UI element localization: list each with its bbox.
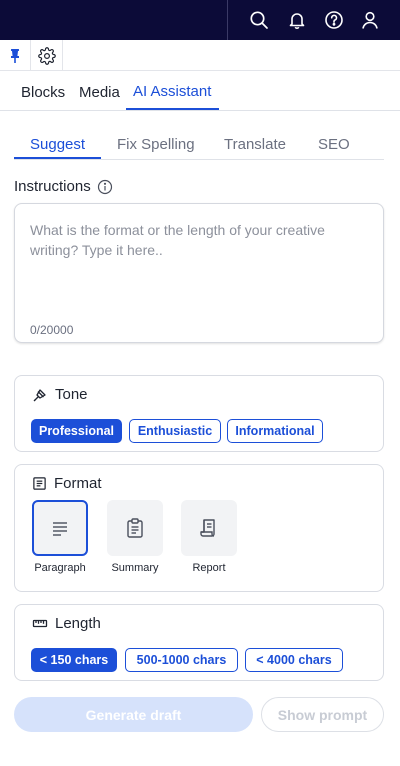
format-report-button[interactable]: [181, 500, 237, 556]
tab-seo[interactable]: SEO: [318, 136, 350, 153]
tab-translate[interactable]: Translate: [224, 136, 286, 153]
format-report-label: Report: [192, 562, 226, 574]
top-bar-divider: [227, 0, 228, 40]
length-150-button[interactable]: < 150 chars: [31, 648, 117, 672]
format-title: Format: [54, 475, 102, 492]
show-prompt-button[interactable]: Show prompt: [261, 697, 384, 732]
character-counter: 0/20000: [30, 323, 74, 337]
format-summary-button[interactable]: [107, 500, 163, 556]
format-icon: [33, 477, 46, 490]
paragraph-icon: [53, 522, 67, 536]
length-header: Length: [32, 615, 101, 632]
instructions-label-row: Instructions: [14, 178, 113, 195]
info-icon[interactable]: [97, 179, 113, 195]
format-card: Format Paragraph Summary Report: [14, 464, 384, 592]
ruler-icon: [32, 619, 48, 627]
instructions-box: 0/20000: [14, 203, 384, 343]
instructions-input[interactable]: [30, 220, 370, 310]
pin-icon[interactable]: [0, 40, 31, 71]
tone-icon: [33, 388, 46, 401]
length-title: Length: [55, 615, 101, 632]
tab-media[interactable]: Media: [79, 84, 120, 101]
tool-row: [0, 40, 400, 71]
search-icon[interactable]: [248, 9, 270, 31]
tone-informational-button[interactable]: Informational: [227, 419, 323, 443]
format-paragraph-button[interactable]: [32, 500, 88, 556]
user-icon[interactable]: [359, 9, 381, 31]
help-icon[interactable]: [323, 9, 345, 31]
instructions-label: Instructions: [14, 178, 91, 195]
gear-icon[interactable]: [31, 40, 63, 71]
length-500-1000-button[interactable]: 500-1000 chars: [125, 648, 238, 672]
active-subtab-indicator: [14, 157, 101, 159]
tone-title: Tone: [55, 386, 88, 403]
format-header: Format: [32, 475, 102, 492]
tone-enthusiastic-button[interactable]: Enthusiastic: [129, 419, 221, 443]
top-bar: [0, 0, 400, 40]
tone-header: Tone: [32, 386, 88, 403]
bell-icon[interactable]: [286, 9, 308, 31]
length-card: Length < 150 chars 500-1000 chars < 4000…: [14, 604, 384, 681]
tab-ai-assistant[interactable]: AI Assistant: [133, 83, 211, 100]
tab-fix-spelling[interactable]: Fix Spelling: [117, 136, 195, 153]
main-tabs: Blocks Media AI Assistant: [0, 71, 400, 111]
tone-card: Tone Professional Enthusiastic Informati…: [14, 375, 384, 452]
generate-draft-button[interactable]: Generate draft: [14, 697, 253, 732]
report-icon: [200, 519, 215, 537]
sub-tabs: Suggest Fix Spelling Translate SEO: [14, 126, 384, 160]
tone-professional-button[interactable]: Professional: [31, 419, 122, 443]
tab-blocks[interactable]: Blocks: [21, 84, 65, 101]
active-tab-indicator: [126, 108, 219, 110]
summary-icon: [127, 518, 143, 538]
format-summary-label: Summary: [111, 562, 159, 574]
length-4000-button[interactable]: < 4000 chars: [245, 648, 343, 672]
format-paragraph-label: Paragraph: [34, 562, 86, 574]
tab-suggest[interactable]: Suggest: [30, 136, 85, 153]
